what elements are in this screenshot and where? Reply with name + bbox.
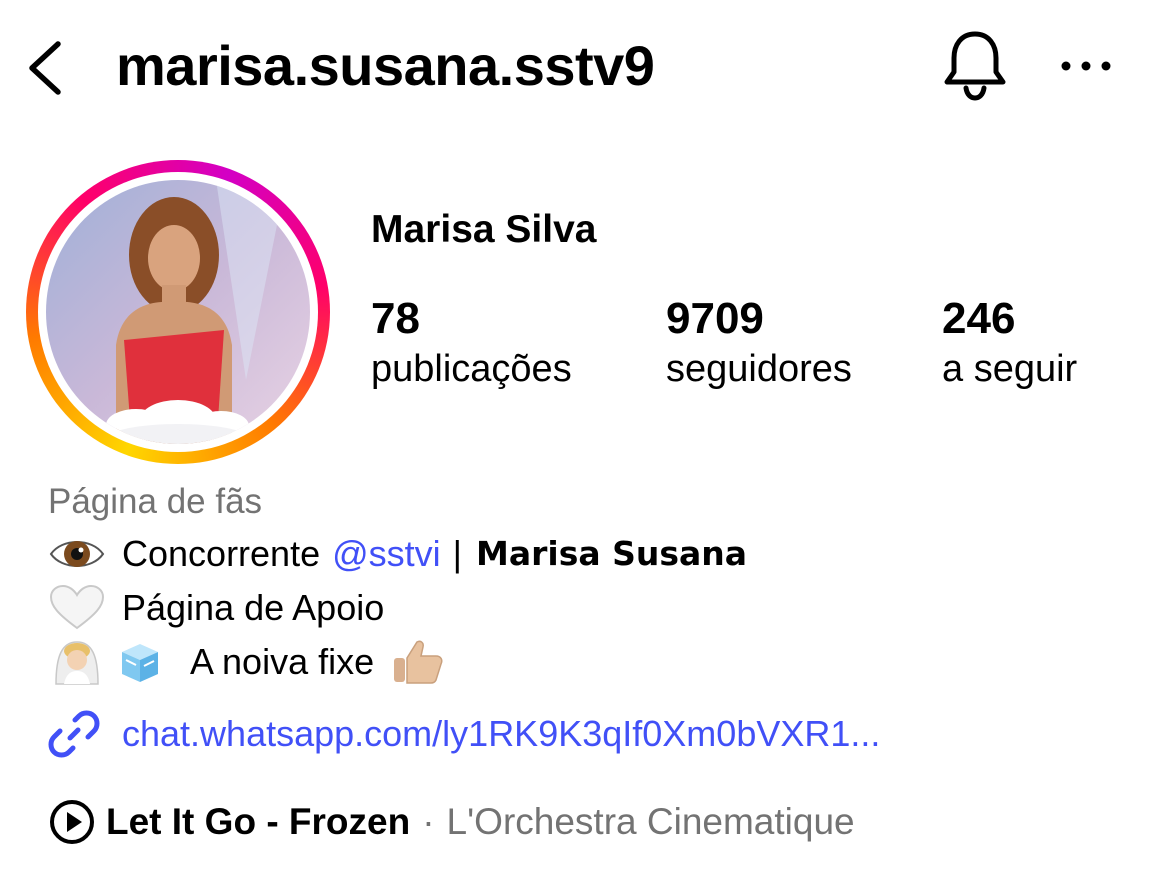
- bio-prefix: Concorrente: [122, 533, 321, 574]
- mention-link[interactable]: @sstvi: [332, 530, 441, 578]
- stat-followers[interactable]: 9709 seguidores: [666, 294, 852, 392]
- bio-separator: |: [452, 533, 463, 574]
- link-text[interactable]: chat.whatsapp.com/ly1RK9K3qIf0Xm0bVXR1..…: [122, 710, 880, 758]
- bio-line-1: Concorrente @sstvi | Marisa Susana: [48, 530, 747, 578]
- eye-emoji: [49, 541, 105, 567]
- bride-emoji: [55, 641, 99, 685]
- chevron-left-icon[interactable]: [24, 38, 68, 98]
- display-name: Marisa Silva: [371, 208, 597, 251]
- stat-label: publicações: [371, 348, 572, 390]
- link-icon: [48, 710, 100, 758]
- bio-text: A noiva fixe: [190, 641, 375, 682]
- profile-category: Página de fãs: [48, 482, 263, 521]
- stat-count: 9709: [666, 294, 764, 343]
- song-title: Let It Go - Frozen: [106, 801, 411, 842]
- stat-posts[interactable]: 78 publicações: [371, 294, 572, 392]
- play-circle-icon[interactable]: [48, 798, 96, 846]
- stat-label: seguidores: [666, 348, 852, 390]
- bio-text: Página de Apoio: [122, 587, 385, 628]
- avatar[interactable]: [46, 180, 310, 444]
- ice-cube-emoji: [122, 644, 158, 682]
- stat-label: a seguir: [942, 348, 1078, 390]
- profile-music[interactable]: Let It Go - Frozen · L'Orchestra Cinemat…: [48, 798, 855, 846]
- bio-link[interactable]: chat.whatsapp.com/ly1RK9K3qIf0Xm0bVXR1..…: [48, 708, 880, 760]
- bell-icon[interactable]: [940, 28, 1010, 104]
- more-horizontal-icon[interactable]: [1058, 58, 1114, 74]
- bio-bold-name: Marisa Susana: [476, 534, 748, 573]
- stat-count: 246: [942, 294, 1016, 343]
- song-artist: L'Orchestra Cinematique: [446, 801, 855, 842]
- thumbs-up-emoji: [394, 640, 443, 684]
- stat-count: 78: [371, 294, 420, 343]
- bio-line-3: A noiva fixe: [48, 638, 446, 686]
- profile-username: marisa.susana.sstv9: [116, 34, 655, 97]
- bio-line-2: Página de Apoio: [48, 584, 384, 632]
- stat-following[interactable]: 246 a seguir: [942, 294, 1077, 392]
- music-separator: ·: [422, 801, 435, 842]
- white-heart-emoji: [49, 584, 105, 630]
